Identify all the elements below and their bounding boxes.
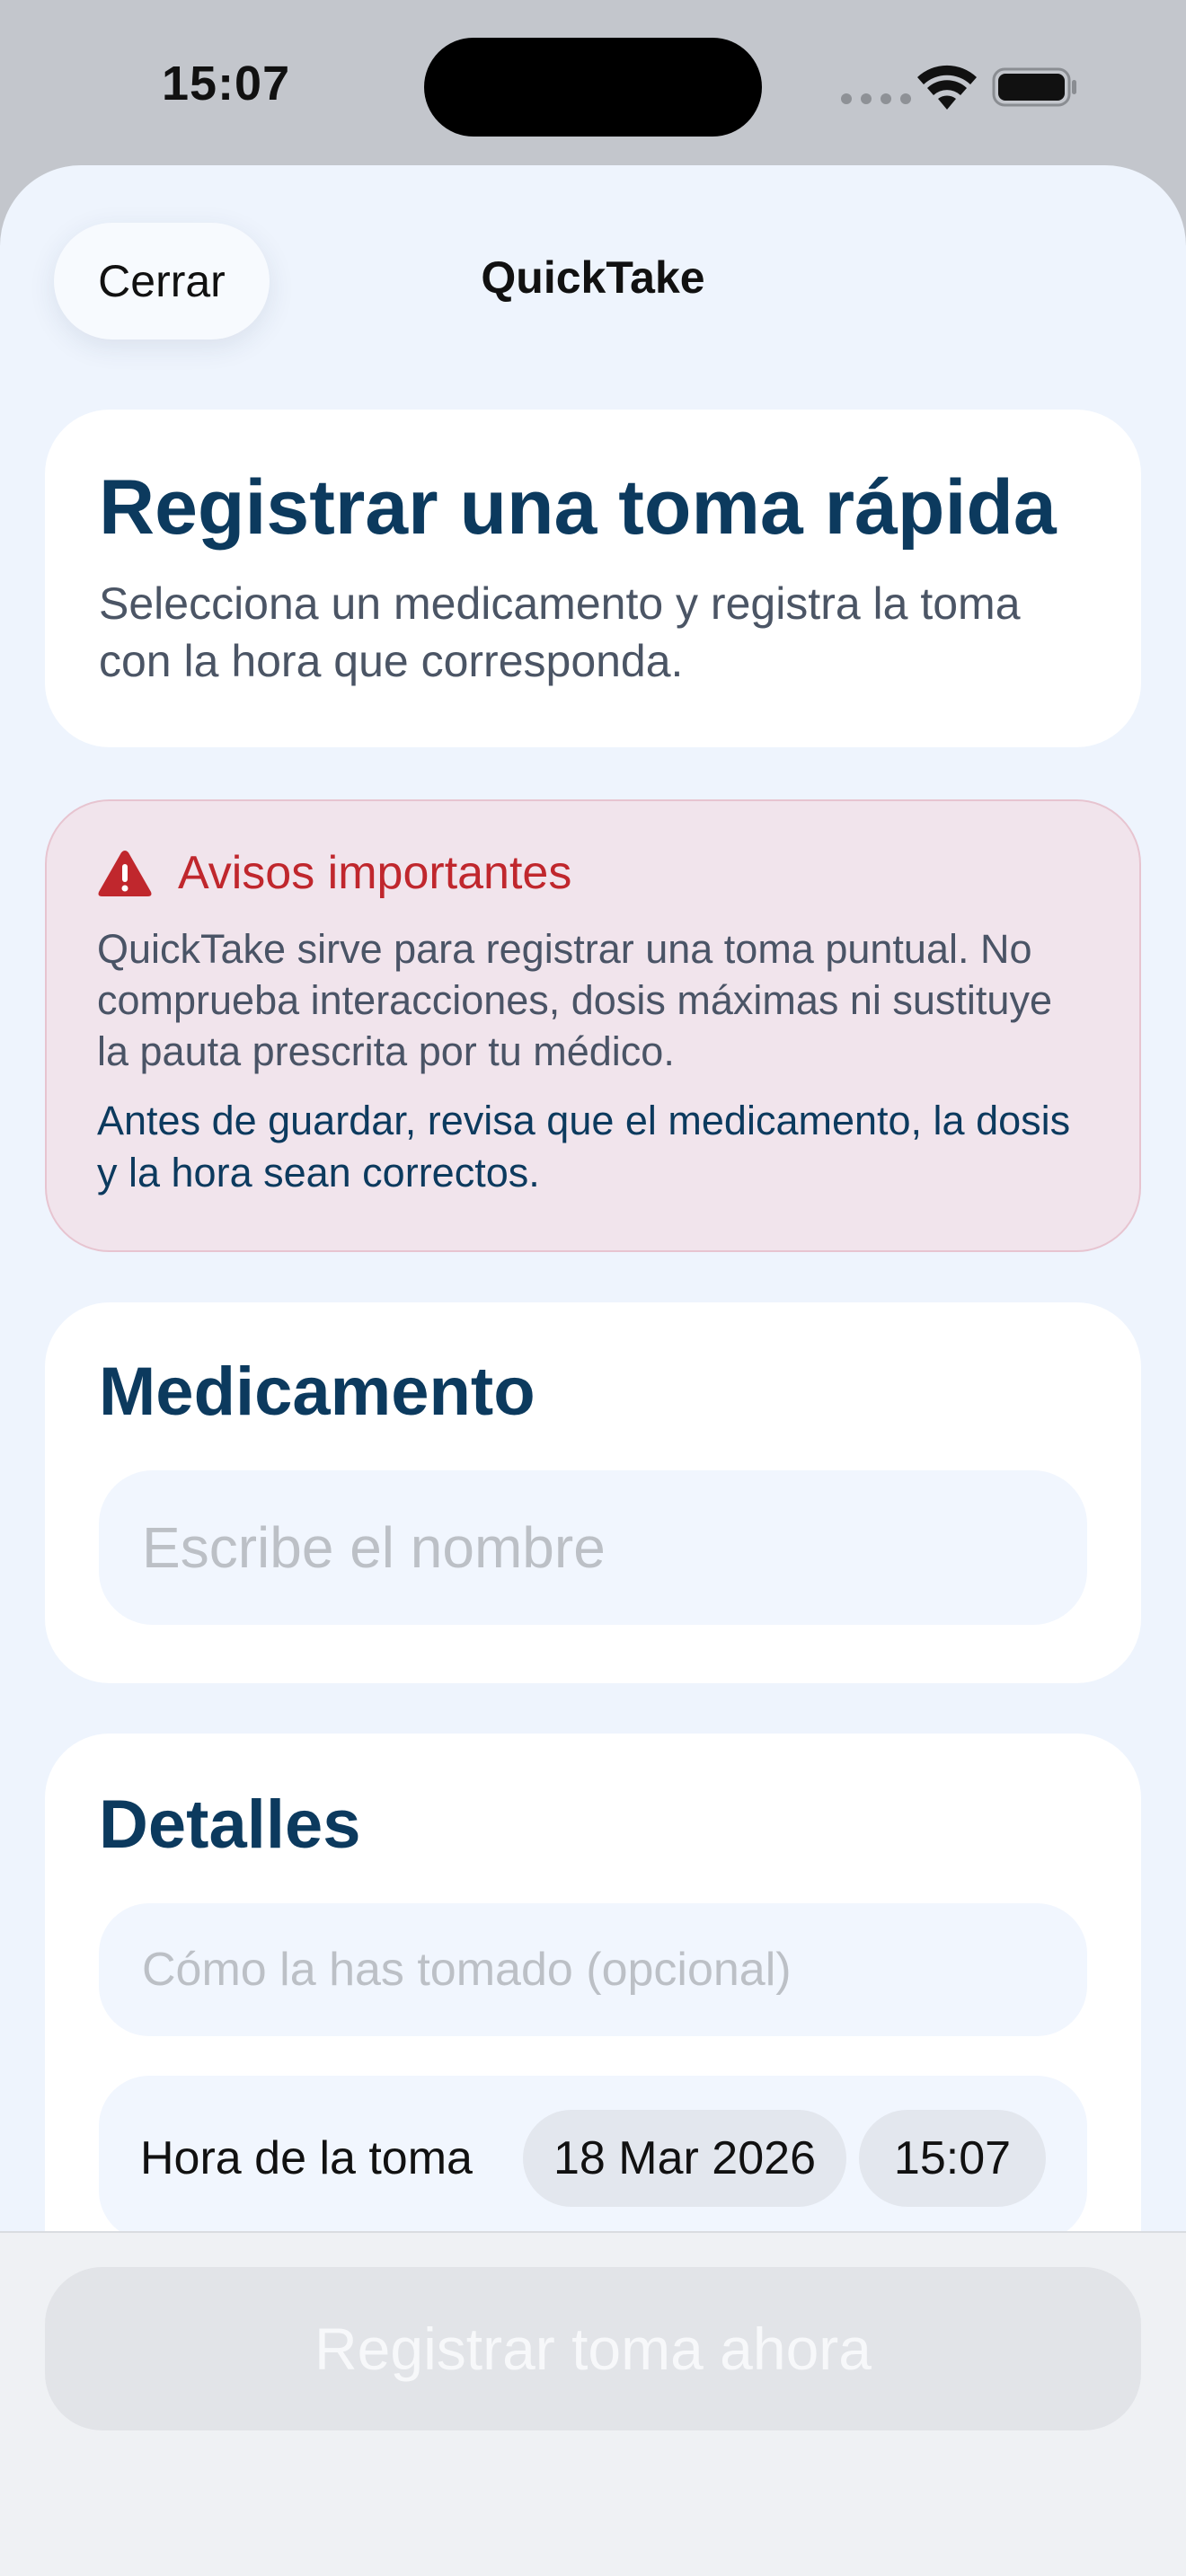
intro-subtitle: Selecciona un medicamento y registra la … [99, 578, 1021, 687]
medication-name-input[interactable] [99, 1470, 1087, 1625]
warning-body: QuickTake sirve para registrar una toma … [97, 926, 1052, 1075]
date-picker-button[interactable]: 18 Mar 2026 [523, 2110, 846, 2207]
bottom-action-bar: Registrar toma ahora [0, 2231, 1186, 2576]
time-picker-button[interactable]: 15:07 [859, 2110, 1046, 2207]
intake-method-input[interactable] [99, 1903, 1087, 2036]
intake-time-row: Hora de la toma 18 Mar 2026 15:07 [99, 2076, 1087, 2241]
medication-title: Medicamento [99, 1354, 535, 1430]
details-title: Detalles [99, 1786, 361, 1863]
status-time: 15:07 [162, 57, 291, 110]
wifi-icon [917, 65, 977, 110]
quicktake-sheet: Cerrar QuickTake Registrar una toma rápi… [0, 165, 1186, 2576]
warning-note: Antes de guardar, revisa que el medicame… [97, 1098, 1071, 1195]
intro-card: Registrar una toma rápida Selecciona un … [45, 410, 1141, 747]
intro-title: Registrar una toma rápida [99, 464, 1057, 551]
warning-triangle-icon [98, 851, 152, 896]
intake-time-label: Hora de la toma [140, 2132, 473, 2184]
warning-header: Avisos importantes [97, 846, 1089, 900]
register-intake-button[interactable]: Registrar toma ahora [45, 2267, 1141, 2430]
battery-icon [992, 67, 1076, 107]
cellular-signal-icon [841, 93, 911, 104]
warning-card: Avisos importantes QuickTake sirve para … [45, 799, 1141, 1252]
sheet-title: QuickTake [481, 252, 705, 303]
status-bar: 15:07 [0, 0, 1186, 171]
warning-title: Avisos importantes [178, 847, 572, 899]
sheet-header: Cerrar QuickTake [0, 165, 1186, 372]
medication-card: Medicamento [45, 1302, 1141, 1683]
dynamic-island [424, 38, 762, 137]
